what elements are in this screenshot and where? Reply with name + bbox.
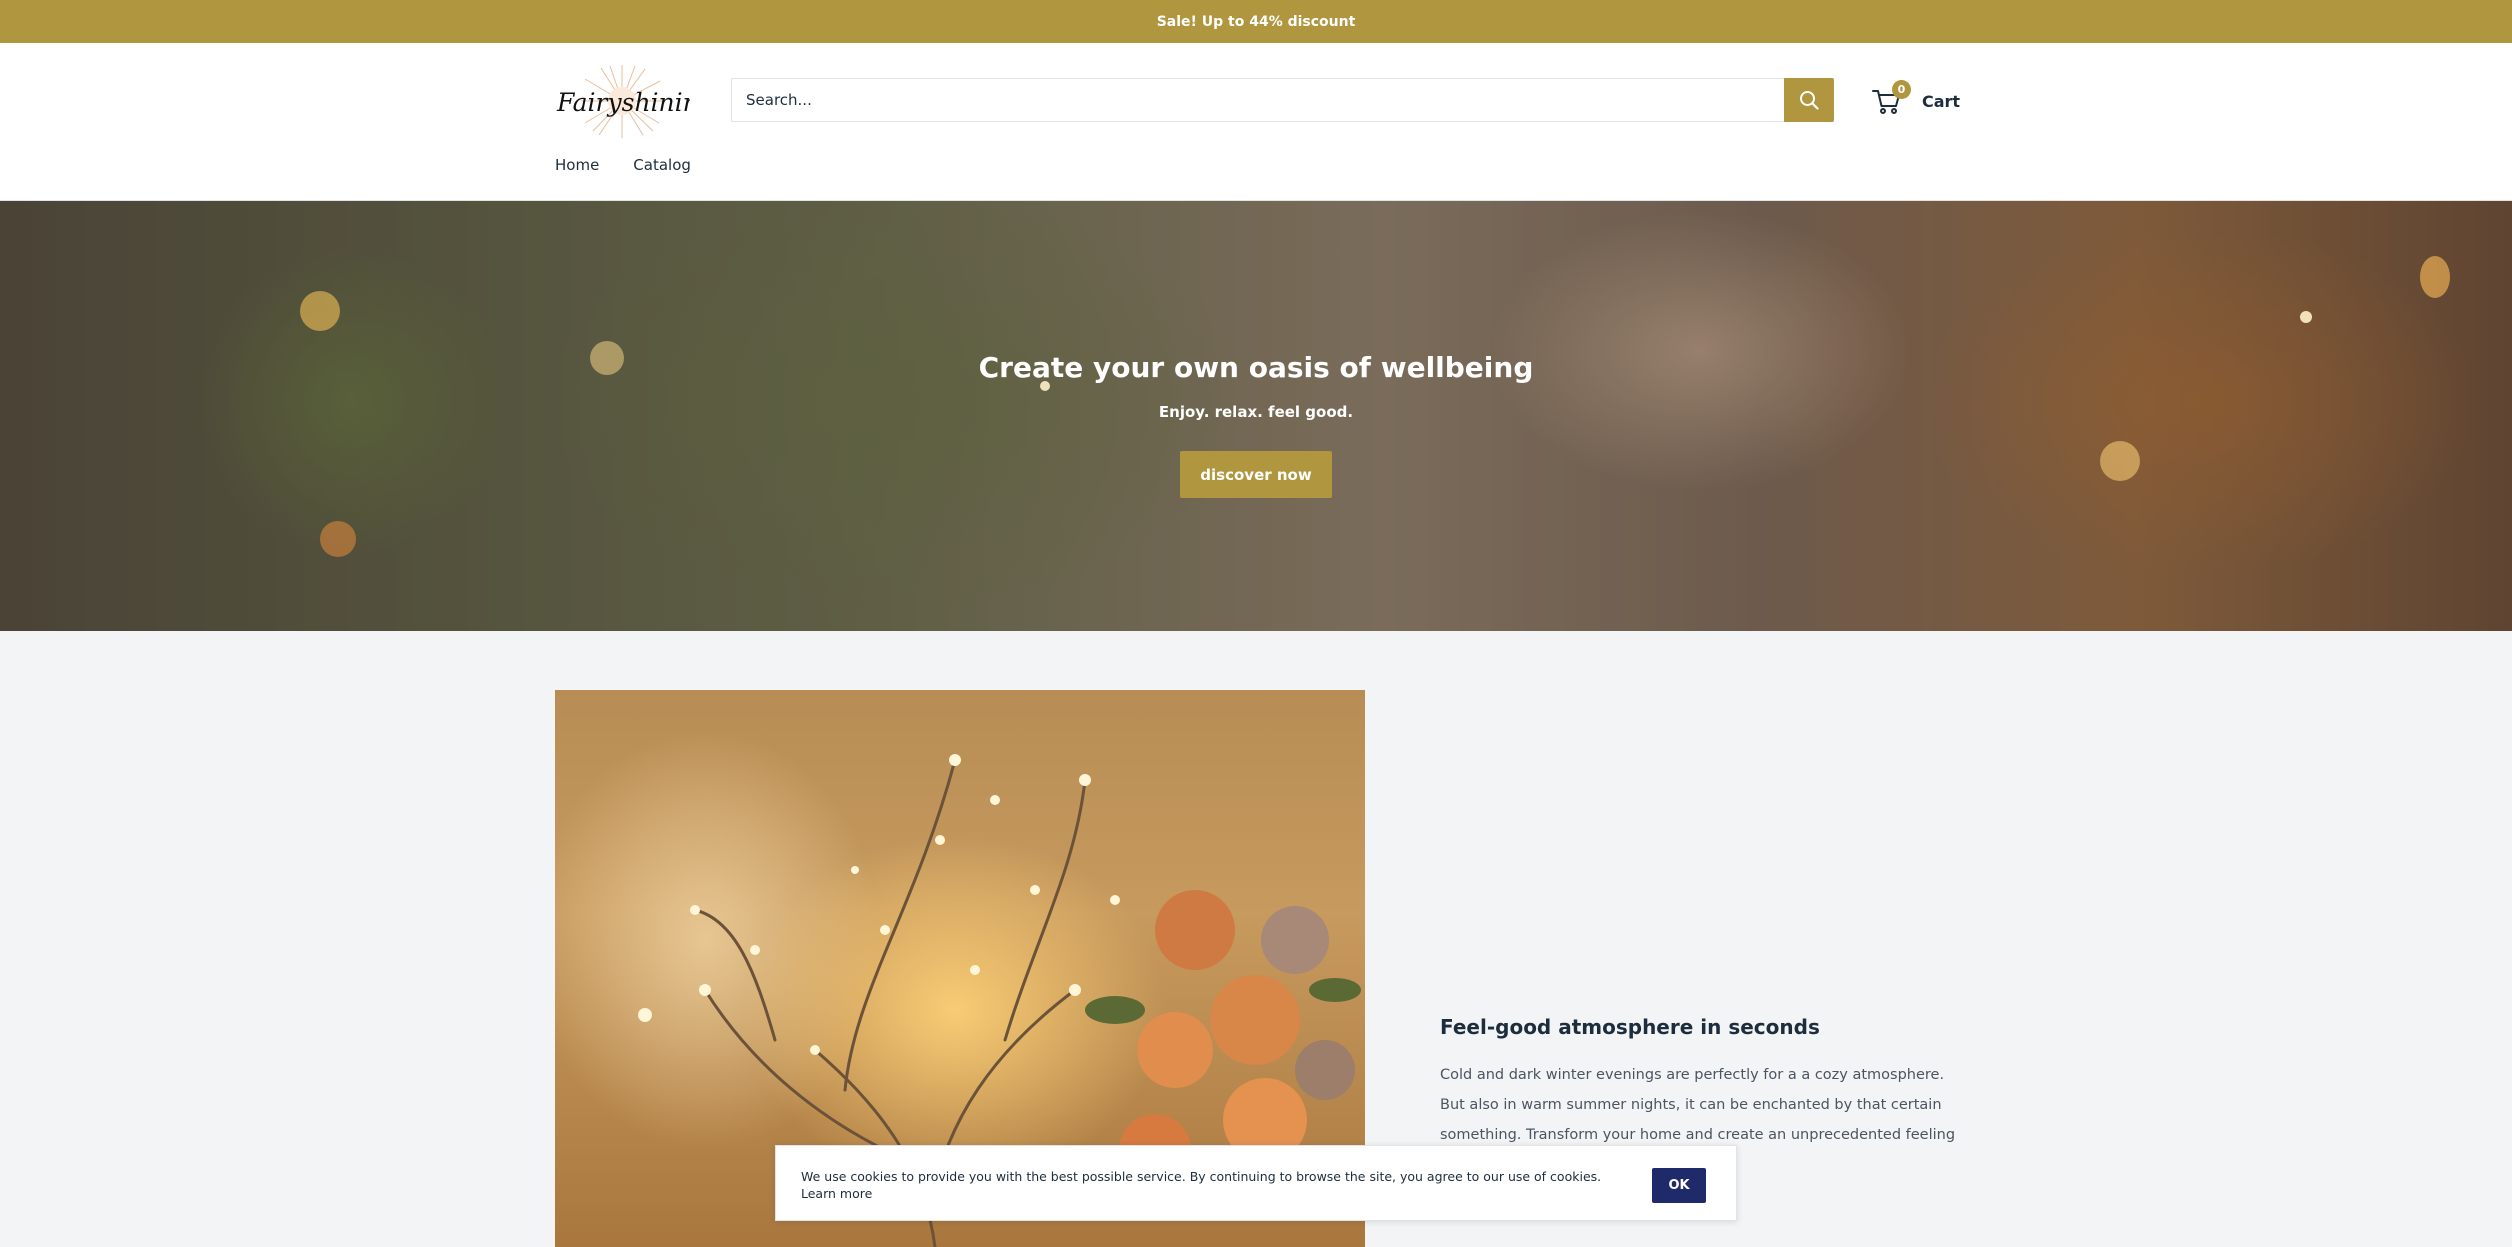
hero-light <box>320 521 356 557</box>
search-icon <box>1800 91 1819 110</box>
logo[interactable]: Fairyshining <box>555 63 715 139</box>
cookie-text: We use cookies to provide you with the b… <box>801 1169 1602 1201</box>
discover-now-button[interactable]: discover now <box>1180 451 1332 498</box>
search-bar <box>731 78 1834 122</box>
logo-text: Fairyshining <box>556 88 690 117</box>
cookie-banner: We use cookies to provide you with the b… <box>775 1145 1737 1221</box>
cart-count-badge: 0 <box>1892 80 1911 99</box>
announcement-text: Sale! Up to 44% discount <box>1156 13 1356 30</box>
search-button[interactable] <box>1784 78 1834 122</box>
hero-light <box>2100 441 2140 481</box>
hero-light <box>2420 256 2450 298</box>
hero-banner: Create your own oasis of wellbeing Enjoy… <box>0 201 2512 631</box>
cookie-ok-button[interactable]: OK <box>1652 1168 1706 1203</box>
cart-label: Cart <box>1922 91 1961 111</box>
cart-icon-wrapper: 0 <box>1872 80 1911 116</box>
feature-title: Feel-good atmosphere in seconds <box>1440 1015 1820 1039</box>
hero-light <box>2300 311 2312 323</box>
nav-item-home[interactable]: Home <box>555 156 599 174</box>
logo-image: Fairyshining <box>556 65 715 138</box>
main-nav: Home Catalog <box>555 156 691 174</box>
hero-light <box>300 291 340 331</box>
announcement-bar: Sale! Up to 44% discount <box>0 0 2512 43</box>
hero-subtitle: Enjoy. relax. feel good. <box>1158 403 1354 421</box>
site-header: Fairyshining 0 Cart Home Catalog <box>0 43 2512 201</box>
cart-link[interactable]: 0 Cart <box>1872 80 1962 119</box>
nav-item-catalog[interactable]: Catalog <box>633 156 691 174</box>
hero-title: Create your own oasis of wellbeing <box>978 351 1534 384</box>
search-input[interactable] <box>732 79 1784 121</box>
